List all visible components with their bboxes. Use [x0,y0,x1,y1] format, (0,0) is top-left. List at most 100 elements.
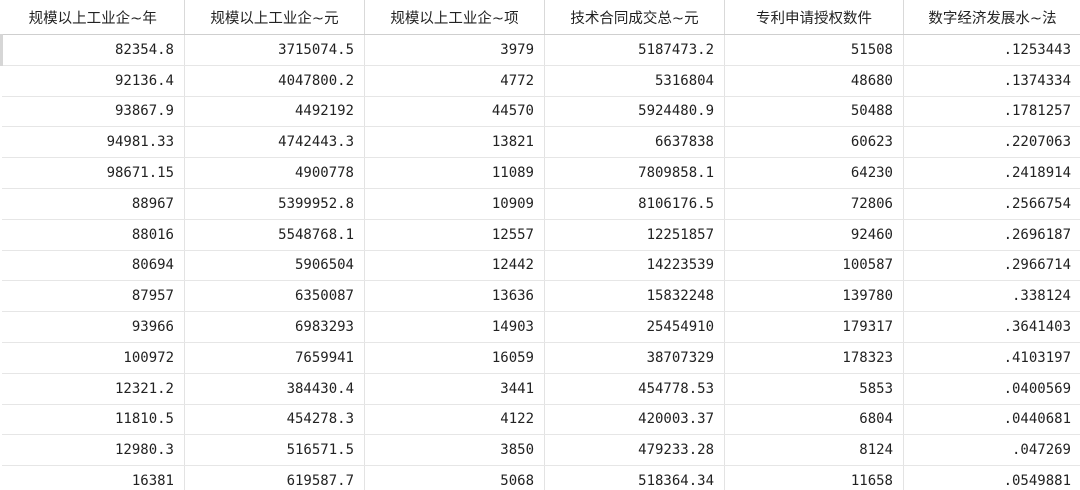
table-cell[interactable]: .047269 [903,434,1080,467]
table-cell[interactable]: 16059 [364,342,545,374]
table-cell[interactable]: 100972 [1,342,185,374]
table-cell[interactable]: 12442 [364,250,545,282]
table-cell[interactable]: 12980.3 [1,434,185,467]
table-cell[interactable]: 10909 [364,188,545,220]
table-cell[interactable]: 12251857 [544,219,725,251]
table-cell[interactable]: 8106176.5 [544,188,725,220]
table-cell[interactable]: 139780 [724,280,904,313]
table-cell[interactable]: .1253443 [903,34,1080,66]
table-cell[interactable]: .2418914 [903,157,1080,189]
table-row[interactable]: 12321.2 384430.4 3441 454778.53 5853 .04… [1,373,1080,405]
table-cell[interactable]: 5187473.2 [544,34,725,66]
table-cell[interactable]: 619587.7 [184,465,365,490]
column-header[interactable]: 数字经济发展水~法 [903,0,1080,35]
table-cell[interactable]: 6350087 [184,280,365,313]
table-cell[interactable]: 5399952.8 [184,188,365,220]
table-cell[interactable]: 454278.3 [184,404,365,436]
table-cell[interactable]: 420003.37 [544,404,725,436]
table-row[interactable]: 92136.4 4047800.2 4772 5316804 48680 .13… [1,65,1080,97]
table-cell[interactable]: 15832248 [544,280,725,313]
table-cell[interactable]: .1374334 [903,65,1080,97]
table-cell[interactable]: .338124 [903,280,1080,313]
table-cell[interactable]: 13636 [364,280,545,313]
table-cell[interactable]: 88967 [1,188,185,220]
table-cell[interactable]: 5853 [724,373,904,405]
table-cell[interactable]: 3850 [364,434,545,467]
table-cell[interactable]: .2207063 [903,126,1080,159]
table-row[interactable]: 11810.5 454278.3 4122 420003.37 6804 .04… [1,404,1080,436]
table-cell[interactable]: 479233.28 [544,434,725,467]
table-cell[interactable]: .0549881 [903,465,1080,490]
table-cell[interactable]: 14223539 [544,250,725,282]
column-header[interactable]: 规模以上工业企~项 [364,0,545,35]
table-cell[interactable]: 25454910 [544,311,725,343]
table-cell[interactable]: 82354.8 [0,34,185,66]
table-cell[interactable]: 518364.34 [544,465,725,490]
table-cell[interactable]: 98671.15 [1,157,185,189]
column-header[interactable]: 技术合同成交总~元 [544,0,725,35]
table-cell[interactable]: .2696187 [903,219,1080,251]
table-cell[interactable]: 3715074.5 [184,34,365,66]
table-cell[interactable]: 384430.4 [184,373,365,405]
table-cell[interactable]: 72806 [724,188,904,220]
table-cell[interactable]: 50488 [724,96,904,128]
table-cell[interactable]: 4492192 [184,96,365,128]
table-cell[interactable]: 11089 [364,157,545,189]
table-row[interactable]: 82354.8 3715074.5 3979 5187473.2 51508 .… [0,34,1080,66]
table-cell[interactable]: 14903 [364,311,545,343]
table-cell[interactable]: .0440681 [903,404,1080,436]
table-row[interactable]: 87957 6350087 13636 15832248 139780 .338… [1,280,1080,313]
table-cell[interactable]: 8124 [724,434,904,467]
table-row[interactable]: 88016 5548768.1 12557 12251857 92460 .26… [1,219,1080,251]
table-cell[interactable]: 5316804 [544,65,725,97]
table-cell[interactable]: 60623 [724,126,904,159]
table-cell[interactable]: 5548768.1 [184,219,365,251]
table-row[interactable]: 88967 5399952.8 10909 8106176.5 72806 .2… [1,188,1080,220]
column-header[interactable]: 专利申请授权数件 [724,0,904,35]
table-cell[interactable]: 454778.53 [544,373,725,405]
table-cell[interactable]: 178323 [724,342,904,374]
table-cell[interactable]: 92136.4 [1,65,185,97]
column-header[interactable]: 规模以上工业企~年 [1,0,185,35]
table-cell[interactable]: 64230 [724,157,904,189]
table-cell[interactable]: 12321.2 [1,373,185,405]
table-cell[interactable]: 92460 [724,219,904,251]
table-cell[interactable]: 4772 [364,65,545,97]
table-cell[interactable]: 100587 [724,250,904,282]
table-cell[interactable]: 13821 [364,126,545,159]
table-row[interactable]: 98671.15 4900778 11089 7809858.1 64230 .… [1,157,1080,189]
table-cell[interactable]: .2566754 [903,188,1080,220]
table-cell[interactable]: 16381 [1,465,185,490]
table-cell[interactable]: 5924480.9 [544,96,725,128]
table-cell[interactable]: 6804 [724,404,904,436]
table-cell[interactable]: .1781257 [903,96,1080,128]
table-cell[interactable]: 38707329 [544,342,725,374]
table-row[interactable]: 12980.3 516571.5 3850 479233.28 8124 .04… [1,434,1080,467]
table-cell[interactable]: 3441 [364,373,545,405]
table-cell[interactable]: 4122 [364,404,545,436]
table-cell[interactable]: 6637838 [544,126,725,159]
table-cell[interactable]: 4742443.3 [184,126,365,159]
table-cell[interactable]: 11658 [724,465,904,490]
table-row[interactable]: 100972 7659941 16059 38707329 178323 .41… [1,342,1080,374]
table-cell[interactable]: 12557 [364,219,545,251]
table-cell[interactable]: 4047800.2 [184,65,365,97]
table-cell[interactable]: 87957 [1,280,185,313]
table-cell[interactable]: .0400569 [903,373,1080,405]
table-cell[interactable]: 88016 [1,219,185,251]
table-cell[interactable]: 94981.33 [1,126,185,159]
table-cell[interactable]: 4900778 [184,157,365,189]
table-row[interactable]: 94981.33 4742443.3 13821 6637838 60623 .… [1,126,1080,159]
table-row[interactable]: 16381 619587.7 5068 518364.34 11658 .054… [1,465,1080,490]
table-cell[interactable]: 5068 [364,465,545,490]
table-cell[interactable]: 179317 [724,311,904,343]
table-row[interactable]: 93867.9 4492192 44570 5924480.9 50488 .1… [1,96,1080,128]
table-row[interactable]: 80694 5906504 12442 14223539 100587 .296… [1,250,1080,282]
table-cell[interactable]: 51508 [724,34,904,66]
table-cell[interactable]: 48680 [724,65,904,97]
table-cell[interactable]: 7809858.1 [544,157,725,189]
table-cell[interactable]: 93966 [1,311,185,343]
table-cell[interactable]: 44570 [364,96,545,128]
table-cell[interactable]: 516571.5 [184,434,365,467]
table-cell[interactable]: .2966714 [903,250,1080,282]
